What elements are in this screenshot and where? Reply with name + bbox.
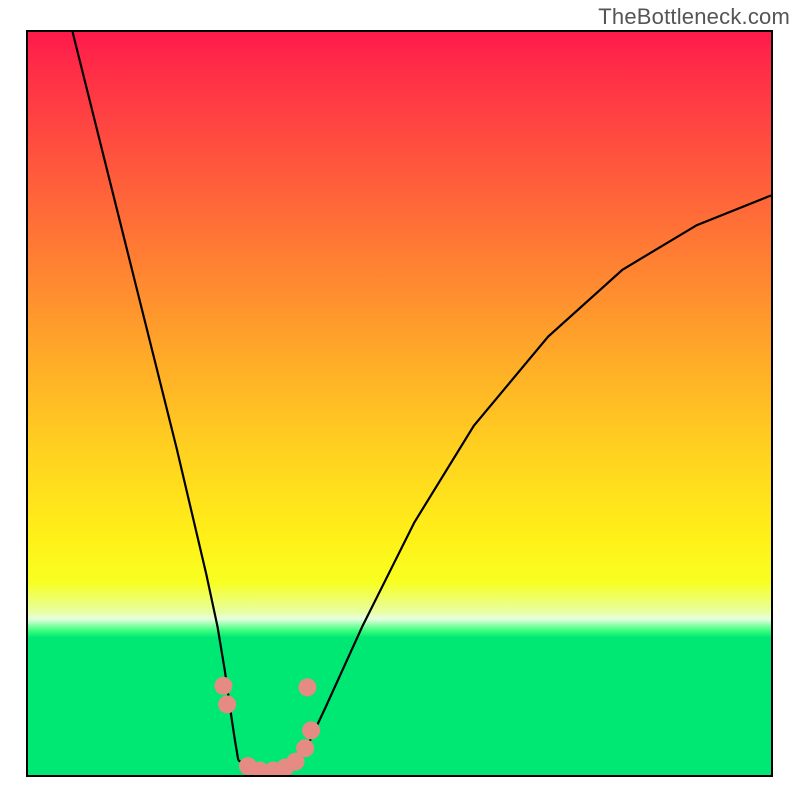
marker-group bbox=[214, 677, 320, 775]
chart-stage: TheBottleneck.com bbox=[0, 0, 800, 800]
curve-layer bbox=[28, 32, 771, 775]
marker-dot bbox=[218, 695, 236, 713]
watermark-text: TheBottleneck.com bbox=[598, 4, 790, 30]
marker-dot bbox=[302, 721, 320, 739]
plot-frame bbox=[26, 30, 773, 777]
curve-left-arm bbox=[73, 32, 239, 760]
marker-dot bbox=[214, 677, 232, 695]
marker-dot bbox=[298, 678, 316, 696]
marker-dot bbox=[296, 739, 314, 757]
curve-right-arm bbox=[301, 195, 771, 758]
